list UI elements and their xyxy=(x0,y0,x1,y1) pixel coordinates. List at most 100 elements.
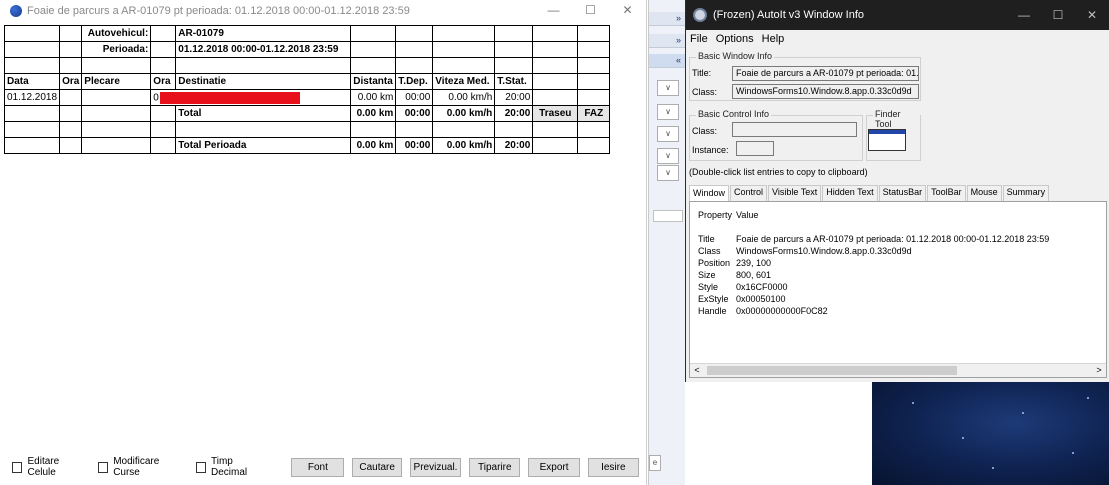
col-header-data[interactable]: Data xyxy=(3,73,61,90)
prop-value: 0x00000000000F0C82 xyxy=(736,306,828,316)
list-item[interactable]: Style 0x16CF0000 xyxy=(698,282,1053,294)
finder-tool-icon[interactable] xyxy=(868,129,906,151)
scroll-right-icon[interactable]: > xyxy=(1092,364,1106,377)
row-viteza[interactable]: 0.00 km/h xyxy=(432,89,496,106)
prop-key: Class xyxy=(698,246,721,256)
chevron-right-icon[interactable]: » xyxy=(649,34,686,48)
col-header-ora-2[interactable]: Ora xyxy=(150,73,177,90)
list-item[interactable]: Title Foaie de parcurs a AR-01079 pt peri… xyxy=(698,234,1053,246)
modificare-curse-checkbox[interactable]: Modificare Curse xyxy=(97,456,185,478)
col-header-viteza[interactable]: Viteza Med. xyxy=(432,73,496,90)
list-item[interactable]: ExStyle 0x00050100 xyxy=(698,294,1053,306)
close-button[interactable]: ✕ xyxy=(1075,8,1109,22)
scroll-left-icon[interactable]: < xyxy=(690,364,704,377)
total-period-distanta: 0.00 km xyxy=(350,137,397,154)
minimize-button[interactable]: — xyxy=(535,0,572,22)
export-button[interactable]: Export xyxy=(528,457,580,477)
cautare-button[interactable]: Cautare xyxy=(352,457,402,477)
total-label: Total xyxy=(175,105,352,122)
control-class-label: Class: xyxy=(692,126,718,136)
background-app-strip: » » « ∨ ∨ ∨ ∨ ∨ e xyxy=(648,0,686,485)
dropdown-icon[interactable]: ∨ xyxy=(657,148,679,164)
col-header-t-dep[interactable]: T.Dep. xyxy=(395,73,434,90)
tiparire-button[interactable]: Tiparire xyxy=(469,457,521,477)
tab-statusbar[interactable]: StatusBar xyxy=(878,185,927,201)
tab-visible-text[interactable]: Visible Text xyxy=(768,185,822,201)
row-data[interactable]: 01.12.2018 xyxy=(3,89,61,106)
font-button[interactable]: Font xyxy=(291,457,345,477)
instance-field[interactable] xyxy=(736,141,774,156)
dropdown-icon[interactable]: ∨ xyxy=(657,104,679,120)
col-header-ora[interactable]: Ora xyxy=(59,73,83,90)
star-dot xyxy=(962,437,964,439)
col-header-t-stat[interactable]: T.Stat. xyxy=(494,73,534,90)
total-distanta: 0.00 km xyxy=(350,105,397,122)
period-value[interactable]: 01.12.2018 00:00-01.12.2018 23:59 xyxy=(175,41,352,58)
prop-value: Foaie de parcurs a AR-01079 pt perioada:… xyxy=(736,234,1050,244)
group-label: Basic Control Info xyxy=(696,109,772,119)
timp-decimal-checkbox[interactable]: Timp Decimal xyxy=(195,456,269,478)
dropdown-icon[interactable]: ∨ xyxy=(657,80,679,96)
partial-field[interactable] xyxy=(653,210,683,222)
list-item[interactable]: Handle 0x00000000000F0C82 xyxy=(698,306,1053,318)
report-titlebar[interactable]: Foaie de parcurs a AR-01079 pt perioada:… xyxy=(0,0,646,22)
prop-key: Title xyxy=(698,234,715,244)
autoit-logo-icon xyxy=(693,8,707,22)
col-header-plecare[interactable]: Plecare xyxy=(81,73,152,90)
iesire-button[interactable]: Iesire xyxy=(587,457,639,477)
star-dot xyxy=(992,467,994,469)
partial-button[interactable]: e xyxy=(649,455,661,471)
chevron-right-icon[interactable]: » xyxy=(649,12,686,26)
row-t-dep[interactable]: 00:00 xyxy=(395,89,434,106)
column-header-row: Data Ora Plecare Ora Destinatie Distanta… xyxy=(3,73,611,90)
star-dot xyxy=(1087,397,1089,399)
maximize-button[interactable]: ☐ xyxy=(1041,8,1075,22)
tab-control[interactable]: Control xyxy=(730,185,768,201)
tab-summary[interactable]: Summary xyxy=(1002,185,1050,201)
maximize-button[interactable]: ☐ xyxy=(572,0,609,22)
chevron-left-icon[interactable]: « xyxy=(649,54,686,68)
minimize-button[interactable]: — xyxy=(1007,8,1041,22)
row-t-stat[interactable]: 20:00 xyxy=(494,89,534,106)
list-item[interactable]: Size 800, 601 xyxy=(698,270,1053,282)
dropdown-icon[interactable]: ∨ xyxy=(657,165,679,181)
editare-celule-checkbox[interactable]: Editare Celule xyxy=(12,456,87,478)
tab-hidden-text[interactable]: Hidden Text xyxy=(822,185,878,201)
tab-toolbar[interactable]: ToolBar xyxy=(927,185,966,201)
autoit-titlebar[interactable]: (Frozen) AutoIt v3 Window Info — ☐ ✕ xyxy=(686,0,1109,30)
menu-file[interactable]: File xyxy=(690,33,708,45)
dropdown-icon[interactable]: ∨ xyxy=(657,126,679,142)
previzual-button[interactable]: Previzual. xyxy=(409,457,462,477)
control-class-field[interactable] xyxy=(732,122,857,137)
row-distanta[interactable]: 0.00 km xyxy=(350,89,397,106)
menu-help[interactable]: Help xyxy=(762,33,785,45)
list-item[interactable]: Class WindowsForms10.Window.8.app.0.33c0d… xyxy=(698,246,1053,258)
col-header-destinatie[interactable]: Destinatie xyxy=(175,73,352,90)
prop-key: Style xyxy=(698,282,719,292)
property-header[interactable]: Property xyxy=(698,210,736,222)
faz-button[interactable]: FAZ xyxy=(577,105,611,122)
row-destination-cell[interactable]: 0 xyxy=(150,89,352,106)
list-header: Property Value xyxy=(698,210,1053,222)
class-label: Class: xyxy=(692,87,718,97)
close-button[interactable]: ✕ xyxy=(609,0,646,22)
vehicle-value[interactable]: AR-01079 xyxy=(175,25,352,42)
checkbox-box[interactable] xyxy=(12,461,23,473)
star-dot xyxy=(1072,452,1074,454)
table-row[interactable]: 01.12.2018 0 0.00 km 00:00 0.00 km/h 20:… xyxy=(3,89,611,106)
traseu-button[interactable]: Traseu xyxy=(532,105,579,122)
tab-window[interactable]: Window xyxy=(689,185,730,201)
col-header-distanta[interactable]: Distanta xyxy=(350,73,397,90)
title-field[interactable]: Foaie de parcurs a AR-01079 pt perioada:… xyxy=(732,66,919,81)
checkbox-box[interactable] xyxy=(195,461,206,473)
checkbox-box[interactable] xyxy=(97,461,109,473)
bottom-toolbar: Editare Celule Modificare Curse Timp Dec… xyxy=(0,456,647,478)
tab-mouse[interactable]: Mouse xyxy=(966,185,1002,201)
list-item[interactable]: Position 239, 100 xyxy=(698,258,1053,270)
horizontal-scrollbar[interactable]: < > xyxy=(690,363,1106,377)
checkbox-label: Editare Celule xyxy=(27,456,60,478)
class-field[interactable]: WindowsForms10.Window.8.app.0.33c0d9d xyxy=(732,84,919,99)
menu-options[interactable]: Options xyxy=(716,33,754,45)
scroll-thumb[interactable] xyxy=(707,366,957,375)
value-header[interactable]: Value xyxy=(736,210,1053,222)
